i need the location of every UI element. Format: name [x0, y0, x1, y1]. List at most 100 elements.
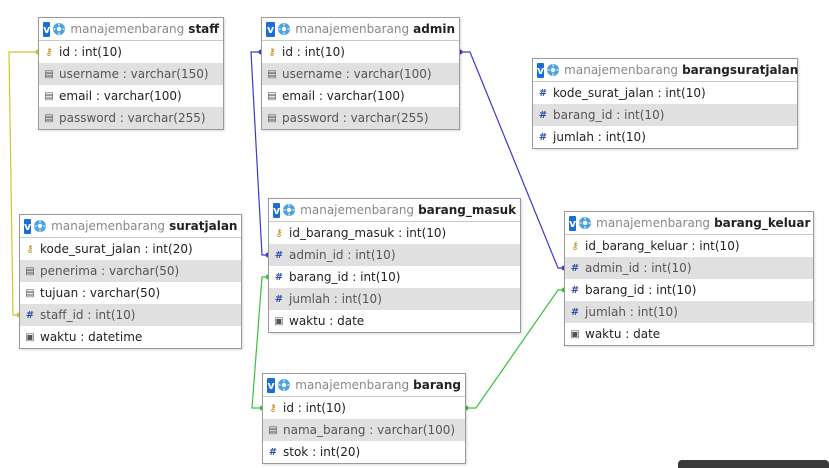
toggle-v-icon[interactable]: v: [569, 215, 577, 231]
field-label: nama_barang : varchar(100): [283, 423, 456, 437]
toggle-v-icon[interactable]: v: [43, 21, 51, 37]
table-staff[interactable]: v manajemenbarang staff ⚷ id : int(10) ▤ u…: [38, 17, 224, 130]
number-icon: #: [538, 87, 548, 99]
field-row[interactable]: ▤ password : varchar(255): [39, 107, 223, 129]
field-row[interactable]: # admin_id : int(10): [269, 244, 520, 266]
database-name: manajemenbarang: [300, 203, 415, 217]
field-row[interactable]: ▣ waktu : datetime: [20, 326, 241, 348]
table-name: barang_masuk: [418, 203, 517, 217]
field-label: jumlah : int(10): [553, 130, 646, 144]
field-icon: ▤: [268, 424, 278, 436]
gear-icon[interactable]: [33, 219, 47, 234]
field-label: waktu : datetime: [40, 330, 143, 344]
field-label: barang_id : int(10): [585, 283, 697, 297]
field-row[interactable]: ⚷ id : int(10): [262, 41, 459, 63]
field-label: email : varchar(100): [59, 89, 182, 103]
table-header[interactable]: v manajemenbarang barang_masuk: [269, 199, 520, 222]
gear-icon[interactable]: [282, 203, 296, 218]
field-row[interactable]: ▤ nama_barang : varchar(100): [263, 419, 465, 441]
date-icon: ▣: [274, 315, 284, 327]
toggle-v-icon[interactable]: v: [273, 202, 281, 218]
field-label: waktu : date: [585, 327, 661, 341]
field-row[interactable]: ▣ waktu : date: [269, 310, 520, 332]
table-barang-keluar[interactable]: v manajemenbarang barang_keluar ⚷ id_bara…: [564, 211, 814, 346]
field-row[interactable]: # stok : int(20): [263, 441, 465, 463]
database-name: manajemenbarang: [70, 22, 185, 36]
number-icon: #: [538, 131, 548, 143]
database-name: manajemenbarang: [51, 219, 166, 233]
table-header[interactable]: v manajemenbarang suratjalan: [20, 215, 241, 238]
table-name: barangsuratjalan: [682, 63, 799, 77]
table-barangsuratjalan[interactable]: v manajemenbarang barangsuratjalan # kode…: [532, 58, 798, 149]
field-row[interactable]: ⚷ id : int(10): [263, 397, 465, 419]
field-icon: ▤: [44, 68, 54, 80]
table-header[interactable]: v manajemenbarang barang_keluar: [565, 212, 813, 235]
field-row[interactable]: ⚷ id_barang_masuk : int(10): [269, 222, 520, 244]
field-row[interactable]: # barang_id : int(10): [269, 266, 520, 288]
database-name: manajemenbarang: [295, 22, 410, 36]
toggle-v-icon[interactable]: v: [537, 62, 545, 78]
field-label: password : varchar(255): [59, 111, 206, 125]
field-icon: ▤: [44, 90, 54, 102]
gear-icon[interactable]: [277, 378, 291, 393]
field-label: barang_id : int(10): [553, 108, 665, 122]
key-icon: ⚷: [45, 46, 53, 58]
field-row[interactable]: ▤ tujuan : varchar(50): [20, 282, 241, 304]
number-icon: #: [274, 249, 284, 261]
field-row[interactable]: ▤ penerima : varchar(50): [20, 260, 241, 282]
table-suratjalan[interactable]: v manajemenbarang suratjalan ⚷ kode_surat…: [19, 214, 242, 349]
field-label: stok : int(20): [283, 445, 361, 459]
table-header[interactable]: v manajemenbarang admin: [262, 18, 459, 41]
table-name: staff: [188, 22, 219, 36]
field-row[interactable]: ▤ username : varchar(100): [262, 63, 459, 85]
table-barang-masuk[interactable]: v manajemenbarang barang_masuk ⚷ id_baran…: [268, 198, 521, 333]
key-icon: ⚷: [571, 240, 579, 252]
table-header[interactable]: v manajemenbarang barangsuratjalan: [533, 59, 799, 82]
field-label: barang_id : int(10): [289, 270, 401, 284]
field-icon: ▤: [25, 265, 35, 277]
field-icon: ▤: [267, 90, 277, 102]
field-label: id : int(10): [282, 45, 345, 59]
table-barang[interactable]: v manajemenbarang barang ⚷ id : int(10) ▤…: [262, 373, 466, 464]
table-name: barang: [413, 378, 461, 392]
table-admin[interactable]: v manajemenbarang admin ⚷ id : int(10) ▤ u…: [261, 17, 460, 130]
gear-icon[interactable]: [546, 63, 560, 78]
field-row[interactable]: ▤ email : varchar(100): [39, 85, 223, 107]
field-row[interactable]: ▤ password : varchar(255): [262, 107, 459, 129]
database-name: manajemenbarang: [596, 216, 711, 230]
table-header[interactable]: v manajemenbarang barang: [263, 374, 465, 397]
gear-icon[interactable]: [578, 216, 592, 231]
field-row[interactable]: # jumlah : int(10): [565, 301, 813, 323]
toggle-v-icon[interactable]: v: [267, 377, 276, 393]
field-row[interactable]: # barang_id : int(10): [533, 104, 797, 126]
field-label: id : int(10): [283, 401, 346, 415]
field-row[interactable]: ▣ waktu : date: [565, 323, 813, 345]
field-row[interactable]: ⚷ id_barang_keluar : int(10): [565, 235, 813, 257]
field-row[interactable]: ⚷ id : int(10): [39, 41, 223, 63]
key-icon: ⚷: [26, 243, 34, 255]
toggle-v-icon[interactable]: v: [24, 218, 32, 234]
field-row[interactable]: ▤ username : varchar(150): [39, 63, 223, 85]
table-name: barang_keluar: [714, 216, 811, 230]
field-label: id : int(10): [59, 45, 122, 59]
field-label: waktu : date: [289, 314, 365, 328]
field-row[interactable]: # admin_id : int(10): [565, 257, 813, 279]
field-row[interactable]: ⚷ kode_surat_jalan : int(20): [20, 238, 241, 260]
gear-icon[interactable]: [52, 22, 66, 37]
field-row[interactable]: # staff_id : int(10): [20, 304, 241, 326]
field-row[interactable]: # jumlah : int(10): [269, 288, 520, 310]
database-name: manajemenbarang: [295, 378, 410, 392]
field-icon: ▤: [267, 112, 277, 124]
field-icon: ▤: [25, 287, 35, 299]
field-row[interactable]: # jumlah : int(10): [533, 126, 797, 148]
table-header[interactable]: v manajemenbarang staff: [39, 18, 223, 41]
field-row[interactable]: # kode_surat_jalan : int(10): [533, 82, 797, 104]
field-label: admin_id : int(10): [585, 261, 692, 275]
number-icon: #: [570, 262, 580, 274]
date-icon: ▣: [570, 328, 580, 340]
toggle-v-icon[interactable]: v: [266, 21, 276, 37]
field-row[interactable]: # barang_id : int(10): [565, 279, 813, 301]
field-row[interactable]: ▤ email : varchar(100): [262, 85, 459, 107]
gear-icon[interactable]: [277, 22, 291, 37]
date-icon: ▣: [25, 331, 35, 343]
